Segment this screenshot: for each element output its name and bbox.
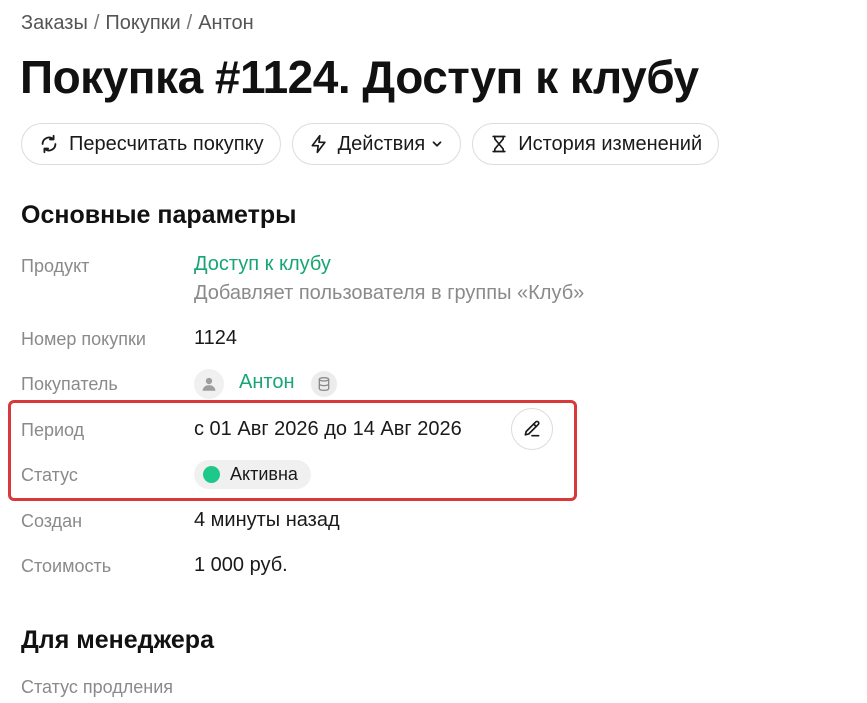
cost-value: 1 000 руб. bbox=[194, 554, 288, 576]
created-label: Создан bbox=[21, 511, 83, 531]
cost-label: Стоимость bbox=[21, 556, 112, 576]
product-description: Добавляет пользователя в группы «Клуб» bbox=[194, 282, 585, 304]
actions-label: Действия bbox=[337, 132, 426, 155]
purchase-number-label: Номер покупки bbox=[21, 329, 146, 349]
page-title: Покупка #1124. Доступ к клубу bbox=[20, 51, 699, 103]
status-value: Активна bbox=[230, 464, 298, 484]
status-badge: Активна bbox=[194, 460, 311, 489]
breadcrumb: Заказы / Покупки / Антон bbox=[21, 12, 254, 35]
breadcrumb-separator: / bbox=[186, 12, 193, 34]
status-label: Статус bbox=[21, 465, 78, 485]
period-value: с 01 Авг 2026 до 14 Авг 2026 bbox=[194, 418, 462, 440]
main-params-heading: Основные параметры bbox=[21, 201, 297, 229]
product-link[interactable]: Доступ к клубу bbox=[194, 253, 331, 276]
change-history-button[interactable]: История изменений bbox=[472, 123, 720, 165]
buyer-label: Покупатель bbox=[21, 374, 118, 394]
period-label: Период bbox=[21, 420, 85, 440]
breadcrumb-item-user[interactable]: Антон bbox=[198, 12, 254, 34]
chevron-down-icon bbox=[430, 137, 444, 151]
renewal-status-label: Статус продления bbox=[21, 677, 174, 697]
change-history-label: История изменений bbox=[518, 132, 703, 155]
toolbar: Пересчитать покупку Действия История изм… bbox=[21, 123, 720, 165]
database-icon[interactable] bbox=[311, 371, 337, 397]
edit-period-button[interactable] bbox=[511, 408, 553, 450]
product-label: Продукт bbox=[21, 256, 90, 276]
avatar[interactable] bbox=[194, 369, 224, 399]
status-dot-icon bbox=[203, 466, 220, 483]
purchase-number-value: 1124 bbox=[194, 327, 238, 349]
lightning-icon bbox=[309, 133, 329, 155]
hourglass-icon bbox=[489, 133, 509, 155]
breadcrumb-separator: / bbox=[93, 12, 100, 34]
pencil-icon bbox=[524, 420, 540, 437]
recalculate-purchase-label: Пересчитать покупку bbox=[69, 132, 264, 155]
breadcrumb-item-purchases[interactable]: Покупки bbox=[105, 12, 180, 34]
manager-section-heading: Для менеджера bbox=[21, 626, 214, 654]
created-value: 4 минуты назад bbox=[194, 509, 340, 531]
user-icon bbox=[202, 377, 216, 391]
breadcrumb-item-orders[interactable]: Заказы bbox=[21, 12, 88, 34]
refresh-icon bbox=[38, 133, 60, 155]
actions-dropdown-button[interactable]: Действия bbox=[291, 123, 462, 165]
buyer-link[interactable]: Антон bbox=[239, 371, 295, 394]
recalculate-purchase-button[interactable]: Пересчитать покупку bbox=[21, 123, 281, 165]
